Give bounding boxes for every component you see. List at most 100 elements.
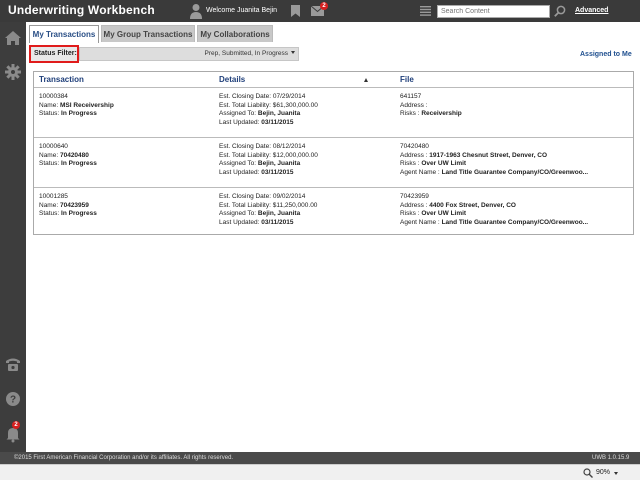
table-row[interactable]: 10000384 Name: MSI Receivership Status: …	[34, 89, 633, 138]
last-updated: 03/11/2015	[261, 218, 294, 226]
sort-ascending-icon[interactable]	[364, 78, 368, 82]
total-liability: $12,000,000.00	[272, 151, 318, 159]
assigned-to: Bejin, Juanita	[257, 210, 301, 218]
mail-count-badge: 2	[320, 2, 328, 10]
help-icon: ?	[6, 392, 20, 406]
zoom-icon[interactable]	[583, 468, 593, 478]
home-icon	[5, 31, 21, 45]
name-label: Name:	[39, 201, 59, 209]
assigned-to: Bejin, Juanita	[257, 110, 301, 118]
total-liability: $61,300,000.00	[272, 101, 318, 109]
status-filter-label: Status Filter:	[29, 45, 79, 63]
agent-name: Land Title Guarantee Company/CO/Greenwoo…	[441, 168, 589, 176]
transaction-cell: 10000384 Name: MSI Receivership Status: …	[39, 93, 114, 119]
main-content: My Transactions My Group Transactions My…	[26, 22, 640, 452]
sidebar-item-home[interactable]	[0, 25, 26, 51]
assigned-to: Bejin, Juanita	[257, 160, 301, 168]
column-header-transaction[interactable]: Transaction	[39, 75, 84, 84]
menu-icon[interactable]	[420, 6, 431, 16]
file-cell: 641157 Address : Risks : Receivership	[400, 93, 462, 119]
agent-label: Agent Name :	[400, 168, 440, 176]
last-updated: 03/11/2015	[261, 118, 294, 126]
assigned-to-me-link[interactable]: Assigned to Me	[580, 51, 632, 58]
file-address: 4400 Fox Street, Denver, CO	[429, 201, 516, 209]
transactions-table: Transaction Details File 10000384 Name: …	[33, 71, 634, 235]
bookmark-icon[interactable]	[291, 5, 300, 17]
column-header-details[interactable]: Details	[219, 75, 245, 84]
status-label: Status:	[39, 160, 60, 168]
details-cell: Est. Closing Date: 07/29/2014 Est. Total…	[219, 93, 318, 127]
details-cell: Est. Closing Date: 08/12/2014 Est. Total…	[219, 143, 318, 177]
app-title: Underwriting Workbench	[8, 3, 155, 17]
transaction-status: In Progress	[61, 110, 97, 118]
search-input[interactable]	[437, 5, 550, 18]
status-label: Status:	[39, 210, 60, 218]
transaction-status: In Progress	[61, 160, 97, 168]
tab-my-collaborations[interactable]: My Collaborations	[197, 25, 273, 42]
updated-label: Last Updated:	[219, 168, 260, 176]
closing-date-label: Est. Closing Date:	[219, 93, 272, 100]
table-row[interactable]: 10000640 Name: 70420480 Status: In Progr…	[34, 139, 633, 188]
file-risks: Receivership	[421, 110, 462, 118]
notification-count-badge: 2	[12, 421, 20, 429]
status-filter-value: Prep, Submitted, In Progress	[204, 50, 288, 57]
advanced-search-link[interactable]: Advanced	[575, 7, 608, 14]
risks-label: Risks :	[400, 110, 420, 118]
user-icon[interactable]	[190, 3, 202, 19]
file-address: 1917-1963 Chesnut Street, Denver, CO	[429, 151, 548, 159]
search-icon[interactable]	[554, 5, 566, 17]
transaction-cell: 10000640 Name: 70420480 Status: In Progr…	[39, 143, 97, 169]
liability-label: Est. Total Liability:	[219, 151, 271, 159]
tab-my-group-transactions[interactable]: My Group Transactions	[101, 25, 195, 42]
tab-my-transactions[interactable]: My Transactions	[29, 25, 99, 43]
transaction-name: MSI Receivership	[59, 101, 114, 109]
address-label: Address :	[400, 201, 428, 209]
status-label: Status:	[39, 110, 60, 118]
file-risks: Over UW Limit	[421, 160, 467, 168]
gear-icon	[5, 64, 21, 80]
file-number[interactable]: 641157	[400, 93, 462, 102]
transaction-cell: 10001285 Name: 70423959 Status: In Progr…	[39, 193, 97, 219]
file-cell: 70423959 Address : 4400 Fox Street, Denv…	[400, 193, 588, 227]
details-cell: Est. Closing Date: 09/02/2014 Est. Total…	[219, 193, 317, 227]
agent-name: Land Title Guarantee Company/CO/Greenwoo…	[441, 218, 589, 226]
sidebar-item-phone[interactable]	[0, 352, 26, 378]
closing-date: 09/02/2014	[272, 193, 306, 200]
risks-label: Risks :	[400, 210, 420, 218]
version-text: UWB 1.0.15.9	[592, 455, 630, 461]
column-header-file[interactable]: File	[400, 75, 414, 84]
sidebar-item-settings[interactable]	[0, 59, 26, 85]
name-label: Name:	[39, 151, 59, 159]
top-header: Underwriting Workbench Welcome Juanita B…	[0, 0, 640, 22]
assigned-label: Assigned To:	[219, 110, 257, 118]
address-label: Address :	[400, 101, 428, 109]
address-label: Address :	[400, 151, 428, 159]
transaction-number[interactable]: 10001285	[39, 193, 97, 202]
assigned-label: Assigned To:	[219, 160, 257, 168]
chevron-down-icon	[291, 51, 295, 54]
transaction-number[interactable]: 10000384	[39, 93, 114, 102]
closing-date: 07/29/2014	[272, 93, 306, 100]
transaction-name: 70420480	[59, 151, 89, 159]
welcome-text: Welcome Juanita Bejin	[206, 7, 278, 14]
chevron-down-icon[interactable]	[614, 472, 618, 475]
agent-label: Agent Name :	[400, 218, 440, 226]
phone-icon	[6, 358, 20, 371]
closing-date-label: Est. Closing Date:	[219, 143, 272, 150]
file-number[interactable]: 70423959	[400, 193, 588, 202]
status-filter-dropdown[interactable]: Prep, Submitted, In Progress	[79, 47, 299, 61]
name-label: Name:	[39, 101, 59, 109]
last-updated: 03/11/2015	[261, 168, 294, 176]
table-header: Transaction Details File	[34, 72, 633, 88]
table-row[interactable]: 10001285 Name: 70423959 Status: In Progr…	[34, 189, 633, 238]
transaction-number[interactable]: 10000640	[39, 143, 97, 152]
transaction-status: In Progress	[61, 210, 97, 218]
sidebar-item-help[interactable]: ?	[0, 386, 26, 412]
updated-label: Last Updated:	[219, 218, 260, 226]
closing-date: 08/12/2014	[272, 143, 306, 150]
file-risks: Over UW Limit	[421, 210, 467, 218]
closing-date-label: Est. Closing Date:	[219, 193, 272, 200]
zoom-level[interactable]: 90%	[596, 469, 610, 476]
file-cell: 70420480 Address : 1917-1963 Chesnut Str…	[400, 143, 588, 177]
file-number[interactable]: 70420480	[400, 143, 588, 152]
